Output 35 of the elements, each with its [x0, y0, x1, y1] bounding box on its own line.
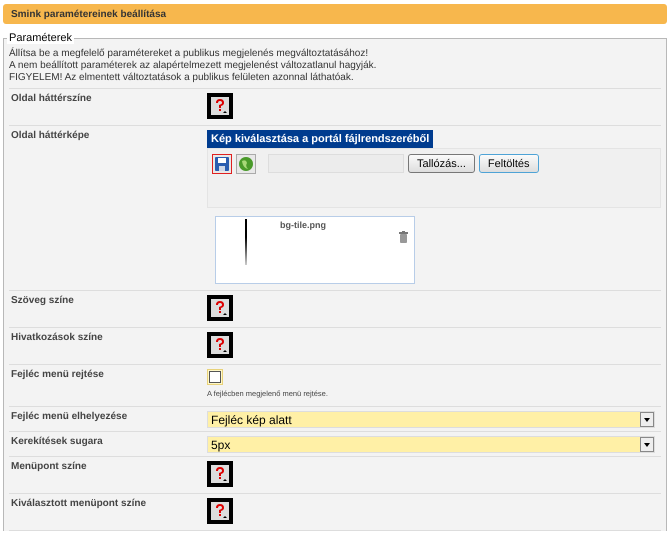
color-picker-button[interactable]	[207, 461, 233, 487]
fieldset-legend: Paraméterek	[7, 32, 74, 44]
color-picker-button[interactable]	[207, 93, 233, 119]
upload-button[interactable]: Feltöltés	[478, 154, 538, 173]
field-label: Fejléc menü rejtése	[10, 369, 105, 382]
field-label: Fejléc menü elhelyezése	[10, 411, 128, 424]
question-mark-icon	[211, 299, 229, 317]
globe-icon	[239, 157, 253, 171]
color-picker-button[interactable]	[207, 498, 233, 524]
field-label: Kiválasztott menüpont színe	[10, 498, 148, 511]
globe-button[interactable]	[236, 154, 256, 174]
file-name: bg-tile.png	[280, 220, 326, 232]
intro-text: FIGYELEM! Az elmentett változtatások a publikus felületen azonnal láthatóak.	[9, 72, 355, 84]
section-header: Smink paramétereinek beállítása	[3, 4, 667, 24]
field-label: Menüpont színe	[10, 461, 88, 474]
field-label: Hivatkozások színe	[10, 332, 104, 345]
field-label: Szöveg színe	[10, 295, 75, 308]
trash-icon[interactable]	[399, 231, 408, 243]
picker-title: Kép kiválasztása a portál fájlrendszeréből	[207, 130, 434, 148]
dropdown[interactable]: Fejléc kép alatt	[207, 411, 655, 428]
field-label: Oldal háttérszíne	[10, 93, 93, 106]
intro-text: Állítsa be a megfelelő paramétereket a publikus megjelenés megváltoztatásához!	[9, 48, 370, 60]
field-label: Oldal háttérképe	[10, 130, 90, 143]
checkbox[interactable]	[209, 371, 221, 383]
color-picker-button[interactable]	[207, 295, 233, 321]
dropdown[interactable]: 5px	[207, 436, 655, 453]
color-picker-button[interactable]	[207, 332, 233, 358]
question-mark-icon	[211, 97, 229, 115]
question-mark-icon	[211, 502, 229, 520]
browse-button[interactable]: Tallózás...	[408, 154, 475, 173]
question-mark-icon	[211, 336, 229, 354]
intro-text: A nem beállított paraméterek az alapértelmezett megjelenést változatlanul hagyják.	[9, 60, 378, 72]
field-label: Kerekítések sugara	[10, 436, 104, 449]
question-mark-icon	[211, 465, 229, 483]
floppy-disk-button[interactable]	[212, 154, 232, 174]
